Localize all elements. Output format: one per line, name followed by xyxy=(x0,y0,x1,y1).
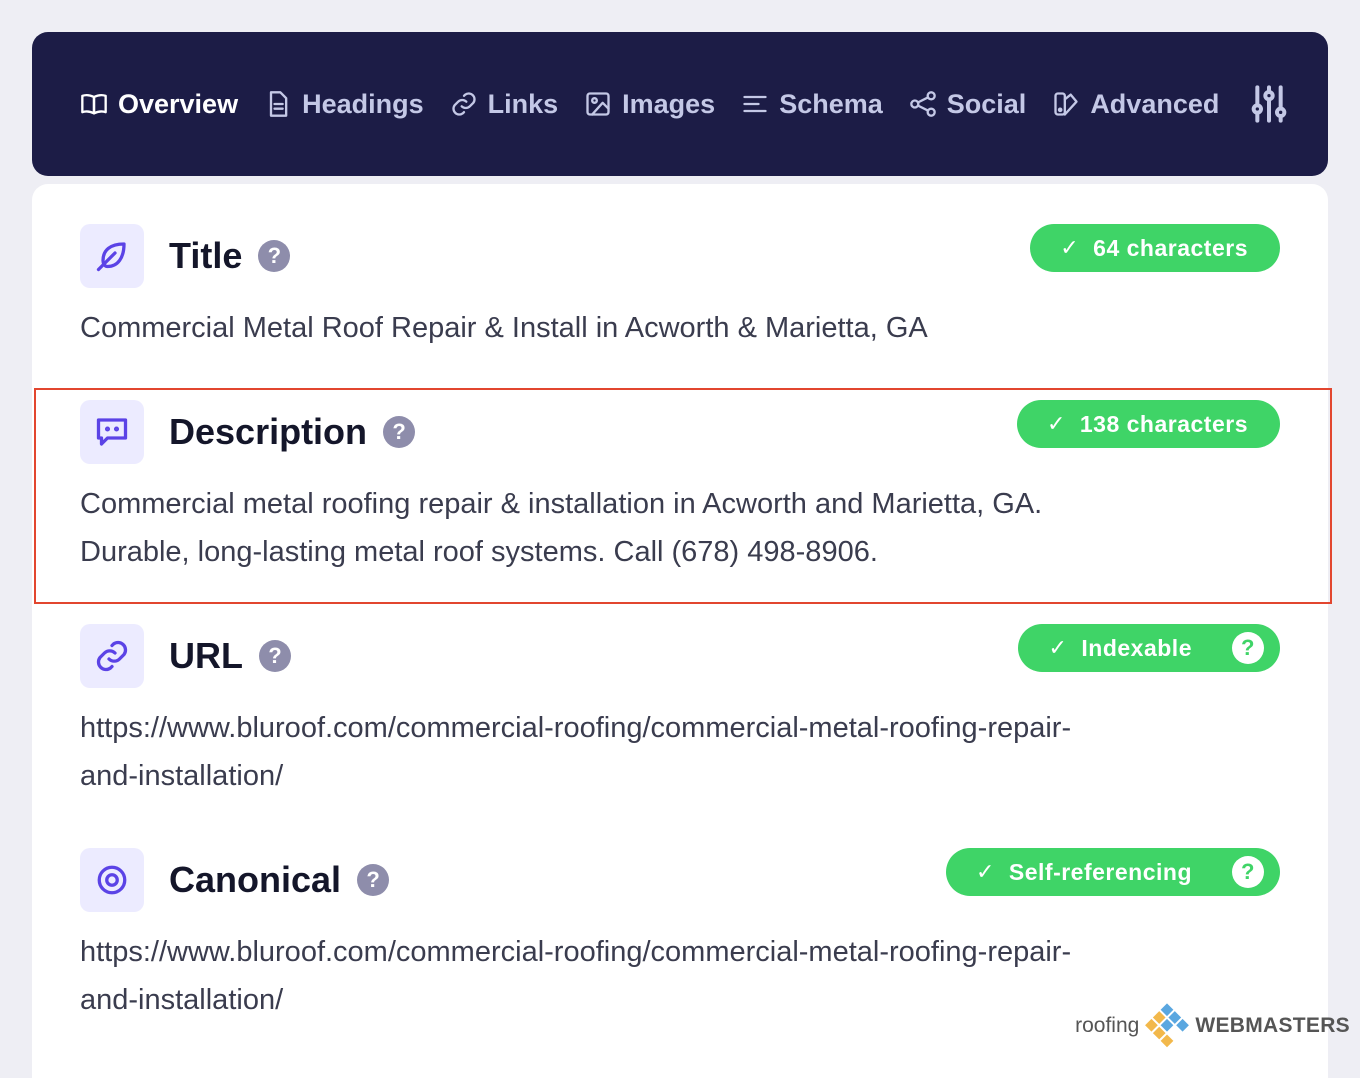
url-line: https://www.bluroof.com/commercial-roofi… xyxy=(80,712,1072,744)
status-badge: ✓ Self-referencing ? xyxy=(945,848,1280,896)
tab-label: Social xyxy=(946,88,1027,119)
book-icon xyxy=(81,93,107,115)
overview-panel: Title ? ✓ 64 characters Commercial Metal… xyxy=(32,184,1328,1078)
tab-advanced[interactable]: Advanced xyxy=(1052,89,1219,120)
section-title: Description xyxy=(169,411,368,452)
tab-overview[interactable]: Overview xyxy=(80,89,238,120)
help-icon[interactable]: ? xyxy=(383,416,416,448)
list-icon xyxy=(743,95,767,113)
url-section: URL ? ✓ Indexable ? https://www.bluroof.… xyxy=(80,624,1280,800)
watermark-text: roofing xyxy=(1075,1014,1140,1037)
tab-label: Schema xyxy=(779,88,883,119)
tab-images[interactable]: Images xyxy=(584,89,715,120)
swatch-icon xyxy=(1054,92,1078,116)
link-icon xyxy=(451,92,476,116)
canonical-section: Canonical ? ✓ Self-referencing ? https:/… xyxy=(80,848,1280,1024)
tab-label: Overview xyxy=(118,88,239,119)
tab-label: Links xyxy=(487,88,559,119)
tab-label: Advanced xyxy=(1090,88,1220,119)
check-icon: ✓ xyxy=(1048,635,1068,660)
diamond-grid-icon xyxy=(1145,1003,1190,1048)
url-line: and-installation/ xyxy=(80,760,284,792)
description-line: Durable, long-lasting metal roof systems… xyxy=(80,536,878,568)
document-icon xyxy=(269,91,288,117)
canonical-line: and-installation/ xyxy=(80,984,284,1016)
tab-headings[interactable]: Headings xyxy=(264,89,424,120)
check-icon: ✓ xyxy=(1046,411,1066,436)
tab-label: Headings xyxy=(302,88,424,119)
help-icon[interactable]: ? xyxy=(258,240,291,272)
help-icon[interactable]: ? xyxy=(357,864,390,896)
badge-help-icon[interactable]: ? xyxy=(1232,856,1264,888)
help-icon[interactable]: ? xyxy=(259,640,291,672)
title-section: Title ? ✓ 64 characters Commercial Metal… xyxy=(80,224,1280,352)
watermark-text: WEBMASTERS xyxy=(1195,1014,1350,1037)
section-title: URL xyxy=(169,635,243,676)
description-section: Description ? ✓ 138 characters Commercia… xyxy=(80,400,1280,576)
status-badge: ✓ 64 characters xyxy=(1030,224,1280,272)
check-icon: ✓ xyxy=(1060,235,1080,260)
settings-button[interactable] xyxy=(1249,84,1289,124)
description-value: Commercial metal roofing repair & instal… xyxy=(80,480,1280,576)
status-badge: ✓ Indexable ? xyxy=(1018,624,1280,672)
image-icon xyxy=(586,92,610,116)
badge-label: 138 characters xyxy=(1079,410,1248,437)
tab-label: Images xyxy=(622,88,716,119)
badge-help-icon[interactable]: ? xyxy=(1232,632,1264,664)
status-badge: ✓ 138 characters xyxy=(1016,400,1280,448)
check-icon: ✓ xyxy=(975,859,995,884)
leaf-icon xyxy=(80,224,144,288)
badge-label: Indexable xyxy=(1081,634,1192,661)
link-icon xyxy=(80,624,144,688)
section-title: Title xyxy=(169,235,243,276)
badge-label: Self-referencing xyxy=(1008,858,1192,885)
section-title: Canonical xyxy=(169,859,342,900)
description-line: Commercial metal roofing repair & instal… xyxy=(80,488,1043,520)
badge-label: 64 characters xyxy=(1093,234,1248,261)
canonical-line: https://www.bluroof.com/commercial-roofi… xyxy=(80,936,1072,968)
tab-schema[interactable]: Schema xyxy=(741,89,883,120)
tab-links[interactable]: Links xyxy=(450,88,559,120)
chat-icon xyxy=(80,400,144,464)
tab-social[interactable]: Social xyxy=(909,88,1027,120)
top-navigation: Overview Headings Links Images Schema So… xyxy=(32,32,1328,176)
sliders-icon xyxy=(1252,85,1287,123)
url-value: https://www.bluroof.com/commercial-roofi… xyxy=(80,704,1280,800)
share-icon xyxy=(909,91,936,117)
title-value: Commercial Metal Roof Repair & Install i… xyxy=(80,312,928,344)
target-icon xyxy=(80,848,144,912)
watermark-logo: roofing WEBMASTERS xyxy=(1075,1000,1350,1052)
